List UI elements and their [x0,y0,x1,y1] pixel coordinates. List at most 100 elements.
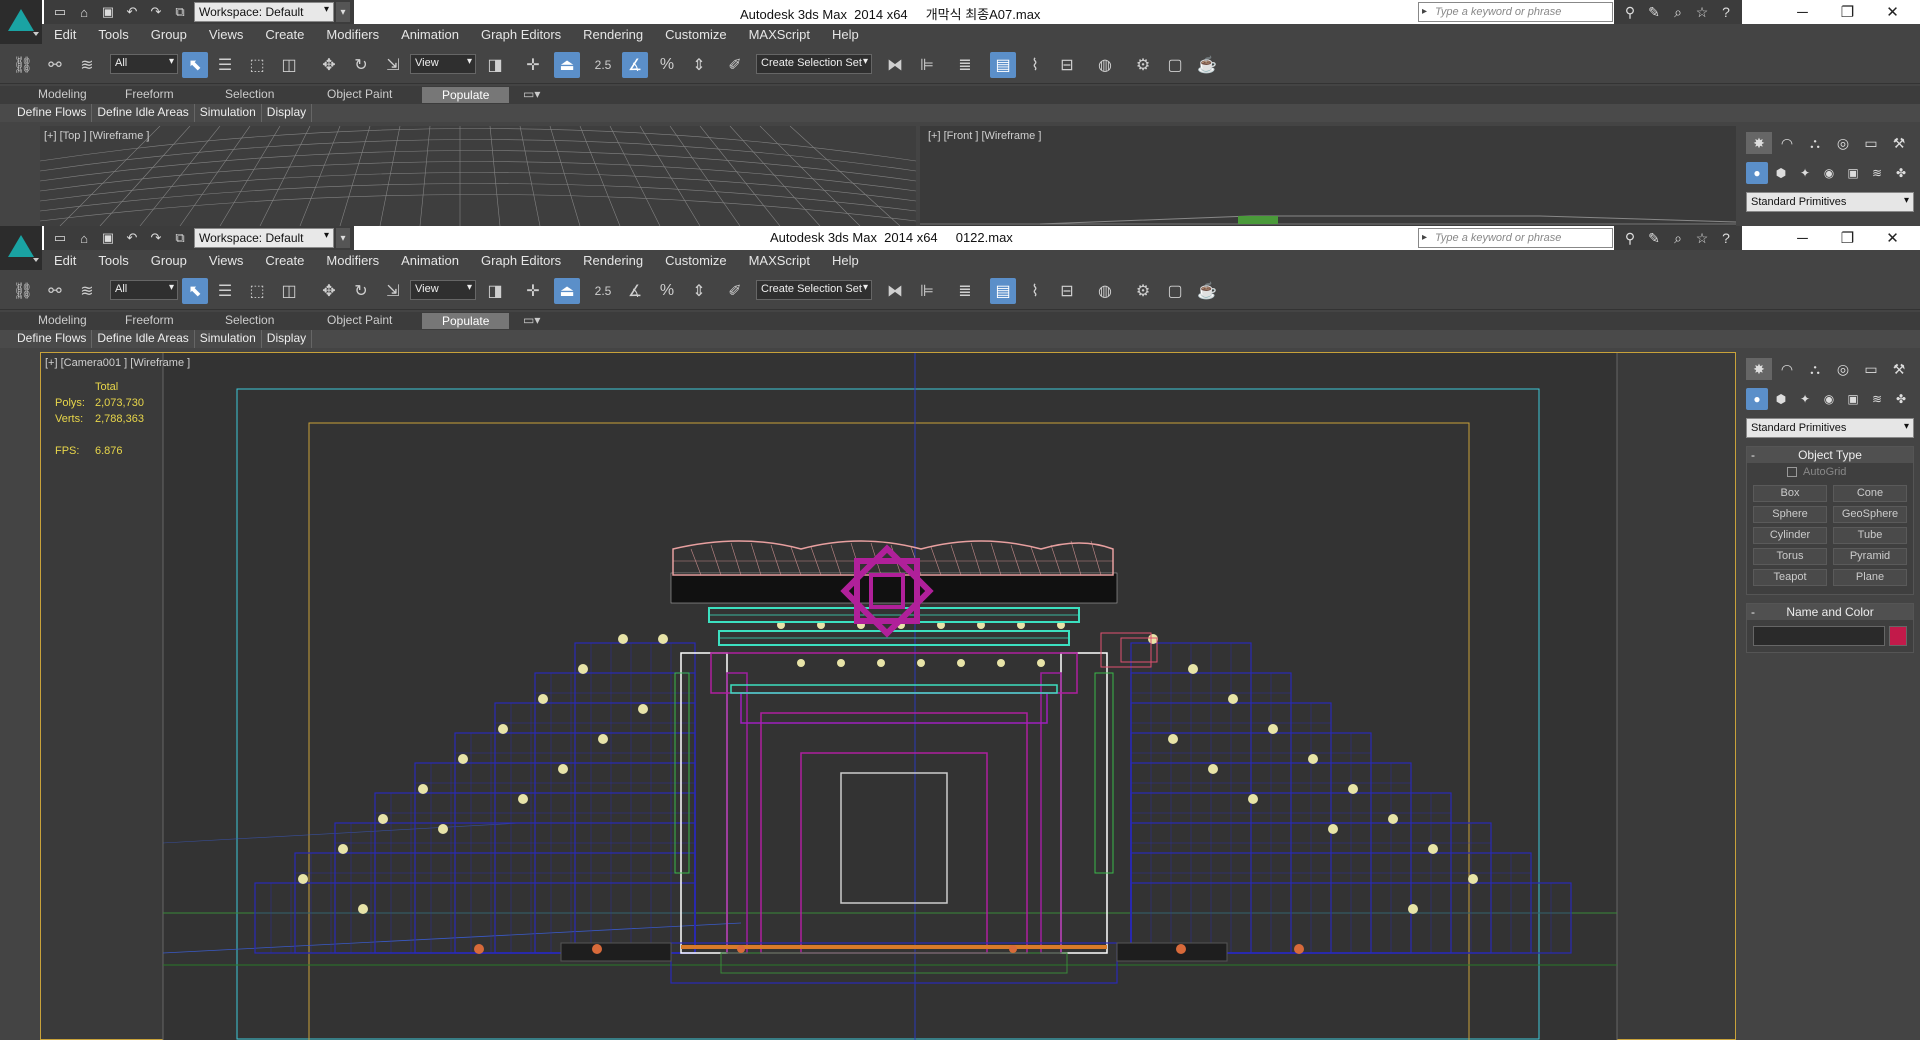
search-input[interactable]: ▸ Type a keyword or phrase [1418,2,1613,22]
rotate-icon[interactable]: ↻ [348,278,374,304]
mirror-icon[interactable]: ⧓ [882,52,908,78]
menu-rendering[interactable]: Rendering [583,27,643,42]
minimize-icon[interactable]: ─ [1780,0,1825,24]
viewport-front-label[interactable]: [+] [Front ] [Wireframe ] [928,130,1041,142]
primitives-dropdown[interactable]: Standard Primitives [1746,192,1914,212]
torus-button[interactable]: Torus [1753,548,1827,565]
favorites-star-icon[interactable]: ☆ [1690,1,1714,23]
subtab-display[interactable]: Display [262,104,313,122]
subscription-icon[interactable]: ✎ [1642,1,1666,23]
rotate-icon[interactable]: ↻ [348,52,374,78]
subtab-simulation[interactable]: Simulation [195,330,262,348]
window-crossing-icon[interactable]: ◫ [276,52,302,78]
modify-tab-icon[interactable]: ◠ [1774,132,1800,154]
utilities-tab-icon[interactable]: ⚒ [1886,358,1912,380]
ribbon-options-icon[interactable]: ▭▾ [523,87,540,101]
qat-customize-icon[interactable]: ▾ [336,228,350,248]
helpers-icon[interactable]: ▣ [1842,388,1864,410]
viewport-camera-label[interactable]: [+] [Camera001 ] [Wireframe ] [45,357,190,369]
selection-filter-dropdown[interactable]: All [110,280,178,300]
move-icon[interactable]: ✥ [316,278,342,304]
cone-button[interactable]: Cone [1833,485,1907,502]
schematic-view-icon[interactable]: ⊟ [1054,52,1080,78]
mirror-icon[interactable]: ⧓ [882,278,908,304]
angle-snap-icon[interactable]: ∡ [622,278,648,304]
create-tab-icon[interactable]: ✸ [1746,358,1772,380]
window-crossing-icon[interactable]: ◫ [276,278,302,304]
menu-modifiers[interactable]: Modifiers [326,253,379,268]
spinner-snap-icon[interactable]: ⇕ [686,278,712,304]
modify-tab-icon[interactable]: ◠ [1774,358,1800,380]
close-icon[interactable]: ✕ [1870,226,1915,250]
menu-maxscript[interactable]: MAXScript [749,253,810,268]
layer-manager-icon[interactable]: ≣ [952,278,978,304]
plane-button[interactable]: Plane [1833,569,1907,586]
systems-icon[interactable]: ✤ [1890,162,1912,184]
search-input[interactable]: ▸ Type a keyword or phrase [1418,228,1613,248]
menu-tools[interactable]: Tools [98,27,128,42]
menu-edit[interactable]: Edit [54,253,76,268]
pivot-center-icon[interactable]: ◨ [482,278,508,304]
pivot-center-icon[interactable]: ◨ [482,52,508,78]
project-folder-icon[interactable]: ⧉ [168,227,192,249]
tab-populate[interactable]: Populate [422,87,510,103]
layer-manager-icon[interactable]: ≣ [952,52,978,78]
menu-create[interactable]: Create [265,27,304,42]
undo-icon[interactable]: ↶ [120,1,144,23]
helpers-icon[interactable]: ▣ [1842,162,1864,184]
new-file-icon[interactable]: ▭ [48,1,72,23]
utilities-tab-icon[interactable]: ⚒ [1886,132,1912,154]
tab-populate[interactable]: Populate [422,313,510,329]
menu-tools[interactable]: Tools [98,253,128,268]
app-logo-icon[interactable] [0,0,42,44]
name-color-header[interactable]: - Name and Color [1747,604,1913,620]
tab-freeform[interactable]: Freeform [125,313,174,327]
menu-group[interactable]: Group [151,27,187,42]
select-object-icon[interactable]: ⬉ [182,52,208,78]
redo-icon[interactable]: ↷ [144,227,168,249]
create-tab-icon[interactable]: ✸ [1746,132,1772,154]
snap-toggle-icon[interactable]: 2.5 [590,52,616,78]
ref-coord-dropdown[interactable]: View [410,54,476,74]
project-folder-icon[interactable]: ⧉ [168,1,192,23]
named-selection-dropdown[interactable]: Create Selection Set [756,280,872,300]
spacewarps-icon[interactable]: ≋ [1866,162,1888,184]
tab-modeling[interactable]: Modeling [38,87,87,101]
display-tab-icon[interactable]: ▭ [1858,358,1884,380]
qat-customize-icon[interactable]: ▾ [336,2,350,22]
tube-button[interactable]: Tube [1833,527,1907,544]
communication-icon[interactable]: ⌕ [1666,227,1690,249]
geosphere-button[interactable]: GeoSphere [1833,506,1907,523]
named-selection-dropdown[interactable]: Create Selection Set [756,54,872,74]
hierarchy-tab-icon[interactable]: ⛬ [1802,132,1828,154]
align-icon[interactable]: ⊫ [914,52,940,78]
move-icon[interactable]: ✥ [316,52,342,78]
render-setup-icon[interactable]: ⚙ [1130,278,1156,304]
rendered-frame-icon[interactable]: ▢ [1162,278,1188,304]
cylinder-button[interactable]: Cylinder [1753,527,1827,544]
scale-icon[interactable]: ⇲ [380,278,406,304]
cameras-icon[interactable]: ◉ [1818,388,1840,410]
select-object-icon[interactable]: ⬉ [182,278,208,304]
unlink-icon[interactable]: ⚯ [42,278,68,304]
ref-coord-dropdown[interactable]: View [410,280,476,300]
menu-views[interactable]: Views [209,27,243,42]
primitives-dropdown[interactable]: Standard Primitives [1746,418,1914,438]
selection-filter-dropdown[interactable]: All [110,54,178,74]
sphere-button[interactable]: Sphere [1753,506,1827,523]
link-icon[interactable]: ⛓ [10,278,36,304]
undo-icon[interactable]: ↶ [120,227,144,249]
percent-snap-icon[interactable]: % [654,278,680,304]
geometry-icon[interactable]: ● [1746,388,1768,410]
subtab-display[interactable]: Display [262,330,313,348]
subtab-define-idle-areas[interactable]: Define Idle Areas [92,330,195,348]
app-logo-icon[interactable] [0,226,42,270]
subscription-icon[interactable]: ✎ [1642,227,1666,249]
rendered-frame-icon[interactable]: ▢ [1162,52,1188,78]
angle-snap-icon[interactable]: ∡ [622,52,648,78]
display-tab-icon[interactable]: ▭ [1858,132,1884,154]
save-file-icon[interactable]: ▣ [96,1,120,23]
select-by-name-icon[interactable]: ☰ [212,278,238,304]
autogrid-check-icon[interactable] [1787,467,1797,477]
edit-named-selections-icon[interactable]: ✐ [722,278,748,304]
